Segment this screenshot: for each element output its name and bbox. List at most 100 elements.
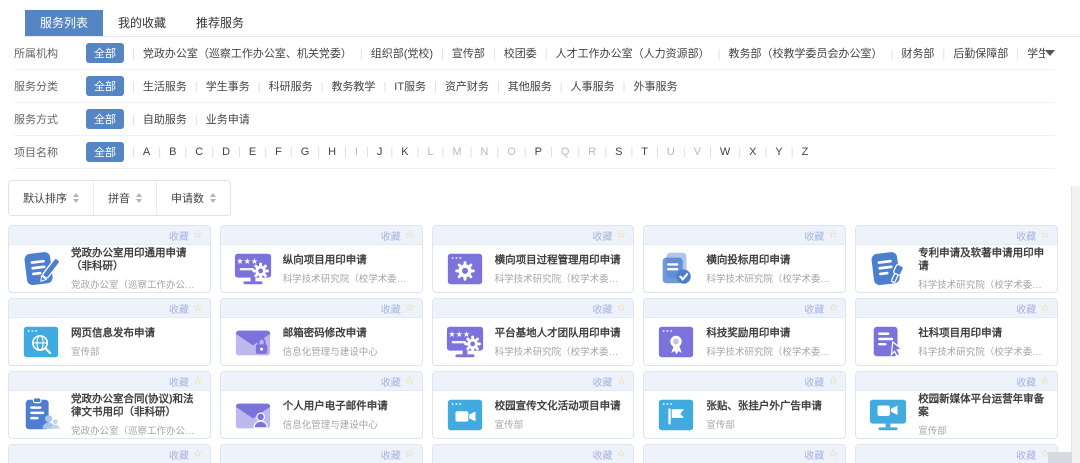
star-icon[interactable]: ☆ <box>828 449 838 460</box>
service-card[interactable]: 收藏 ☆ 社科项目用印申请 科学技术研究院（校学术委员会办公室） <box>855 298 1058 366</box>
letter-filter[interactable]: J <box>358 146 382 158</box>
letter-filter[interactable]: D <box>203 146 230 158</box>
letter-filter[interactable]: F <box>256 146 282 158</box>
floating-widget[interactable] <box>1048 452 1072 463</box>
favorite-button[interactable]: 收藏 <box>804 228 824 243</box>
service-card[interactable]: 收藏 ☆ 科技奖励用印申请 科学技术研究院（校学术委员会办公室） <box>643 298 846 366</box>
favorite-button[interactable]: 收藏 <box>1016 301 1036 316</box>
service-card[interactable]: 收藏 ☆ 横向项目过程管理用印申请 科学技术研究院（校学术委员会办公室） <box>432 225 635 293</box>
filter-all-button[interactable]: 全部 <box>86 142 124 162</box>
service-card[interactable]: 收藏 ☆ 校园新媒体平台运营年审备案 宣传部 <box>855 371 1058 439</box>
star-icon[interactable]: ☆ <box>617 230 627 241</box>
favorite-button[interactable]: 收藏 <box>593 301 613 316</box>
favorite-button[interactable]: 收藏 <box>593 374 613 389</box>
filter-item[interactable]: 校团委 <box>485 48 537 60</box>
star-icon[interactable]: ☆ <box>405 449 415 460</box>
star-icon[interactable]: ☆ <box>617 376 627 387</box>
filter-item[interactable]: 后勤保障部 <box>934 48 1008 60</box>
letter-filter[interactable]: X <box>730 146 756 158</box>
star-icon[interactable]: ☆ <box>828 303 838 314</box>
favorite-button[interactable]: 收藏 <box>169 374 189 389</box>
star-icon[interactable]: ☆ <box>193 230 203 241</box>
favorite-button[interactable]: 收藏 <box>381 228 401 243</box>
filter-item[interactable]: 外事服务 <box>615 81 678 93</box>
filter-item[interactable]: IT服务 <box>375 81 426 93</box>
letter-filter[interactable]: W <box>701 146 730 158</box>
service-card[interactable]: 收藏 ☆ 张贴、张挂户外广告申请 宣传部 <box>643 371 846 439</box>
star-icon[interactable]: ☆ <box>828 230 838 241</box>
star-icon[interactable]: ☆ <box>193 303 203 314</box>
favorite-button[interactable]: 收藏 <box>1016 447 1036 462</box>
service-card[interactable]: 收藏 ☆ 横向投标用印申请 科学技术研究院（校学术委员会办公室） <box>643 225 846 293</box>
service-card[interactable]: 收藏 ☆ 专利变更转让及标准等其他事务用印申请 科学技术研究院（校学术委员会办公… <box>8 444 211 463</box>
filter-item[interactable]: 教务部（校教学委员会办公室） <box>710 48 883 60</box>
service-card[interactable]: 收藏 ☆ 校园互联网群组年审备案 宣传部 <box>220 444 423 463</box>
service-card[interactable]: 收藏 ☆ ★★★ 平台基地人才团队用印申请 科学技术研究院（校学术委员会办公室） <box>432 298 635 366</box>
filter-item[interactable]: 学生事务 <box>187 81 250 93</box>
star-icon[interactable]: ☆ <box>1040 230 1050 241</box>
star-icon[interactable]: ☆ <box>828 376 838 387</box>
filter-item[interactable]: 科研服务 <box>250 81 313 93</box>
filter-all-button[interactable]: 全部 <box>86 43 124 63</box>
letter-filter[interactable]: C <box>176 146 203 158</box>
tab-0[interactable]: 服务列表 <box>25 10 103 36</box>
tab-2[interactable]: 推荐服务 <box>181 10 259 36</box>
favorite-button[interactable]: 收藏 <box>169 228 189 243</box>
filter-item[interactable]: 财务部 <box>882 48 934 60</box>
favorite-button[interactable]: 收藏 <box>381 301 401 316</box>
filter-item[interactable]: 组织部(党校) <box>352 48 433 60</box>
filter-item[interactable]: 生活服务 <box>124 81 187 93</box>
filter-item[interactable]: 宣传部 <box>433 48 485 60</box>
star-icon[interactable]: ☆ <box>193 376 203 387</box>
tab-1[interactable]: 我的收藏 <box>103 10 181 36</box>
service-card[interactable]: 收藏 ☆ 网页信息发布申请 宣传部 <box>8 298 211 366</box>
star-icon[interactable]: ☆ <box>1040 376 1050 387</box>
letter-filter[interactable]: E <box>230 146 256 158</box>
star-icon[interactable]: ☆ <box>1040 303 1050 314</box>
service-card[interactable]: 收藏 ☆ 邮箱密码修改申请 信息化管理与建设中心 <box>220 298 423 366</box>
star-icon[interactable]: ☆ <box>193 449 203 460</box>
sort-button[interactable]: 申请数 <box>156 181 230 215</box>
filter-item[interactable]: 业务申请 <box>187 114 250 126</box>
letter-filter[interactable]: A <box>124 146 150 158</box>
favorite-button[interactable]: 收藏 <box>593 447 613 462</box>
service-card[interactable]: 收藏 ☆ 信息系统开通申请 信息化管理与建设中心 <box>643 444 846 463</box>
letter-filter[interactable]: G <box>282 146 309 158</box>
filter-item[interactable]: 资产财务 <box>426 81 489 93</box>
favorite-button[interactable]: 收藏 <box>804 374 824 389</box>
star-icon[interactable]: ☆ <box>405 376 415 387</box>
filter-item[interactable]: 其他服务 <box>489 81 552 93</box>
letter-filter[interactable]: B <box>150 146 176 158</box>
service-card[interactable]: 收藏 ☆ 党政办公室发文申请 党政办公室（巡察工作办公室、机关党委） <box>855 444 1058 463</box>
expand-filter-caret-icon[interactable] <box>1045 50 1055 56</box>
filter-item[interactable]: 自助服务 <box>124 114 187 126</box>
sort-button[interactable]: 默认排序 <box>9 181 93 215</box>
letter-filter[interactable]: T <box>622 146 648 158</box>
favorite-button[interactable]: 收藏 <box>593 228 613 243</box>
service-card[interactable]: 收藏 ☆ 党政办公室合同(协议)和法律文书用印（非科研） 党政办公室（巡察工作办… <box>8 371 211 439</box>
filter-item[interactable]: 党政办公室（巡察工作办公室、机关党委） <box>124 48 352 60</box>
filter-item[interactable]: 人才工作办公室（人力资源部） <box>537 48 710 60</box>
favorite-button[interactable]: 收藏 <box>804 447 824 462</box>
star-icon[interactable]: ☆ <box>405 230 415 241</box>
scrollbar-track[interactable] <box>1071 186 1080 463</box>
service-card[interactable]: 收藏 ☆ 新媒体账号备案申请 宣传部 <box>432 444 635 463</box>
service-card[interactable]: 收藏 ☆ 党政办公室用印通用申请（非科研） 党政办公室（巡察工作办公室、机关党委… <box>8 225 211 293</box>
star-icon[interactable]: ☆ <box>617 449 627 460</box>
service-card[interactable]: 收藏 ☆ 专利申请及软著申请用印申请 科学技术研究院（校学术委员会办公室） <box>855 225 1058 293</box>
filter-item[interactable]: 教务教学 <box>313 81 376 93</box>
service-card[interactable]: 收藏 ☆ 校园宣传文化活动项目申请 宣传部 <box>432 371 635 439</box>
filter-item[interactable]: 学生工作部（研究生工作部、人民武装部） <box>1008 48 1045 60</box>
favorite-button[interactable]: 收藏 <box>169 447 189 462</box>
filter-all-button[interactable]: 全部 <box>86 109 124 129</box>
sort-button[interactable]: 拼音 <box>93 181 156 215</box>
letter-filter[interactable]: S <box>596 146 622 158</box>
letter-filter[interactable]: P <box>516 146 542 158</box>
favorite-button[interactable]: 收藏 <box>1016 228 1036 243</box>
letter-filter[interactable]: H <box>309 146 336 158</box>
star-icon[interactable]: ☆ <box>617 303 627 314</box>
filter-all-button[interactable]: 全部 <box>86 76 124 96</box>
service-card[interactable]: 收藏 ☆ 个人用户电子邮件申请 信息化管理与建设中心 <box>220 371 423 439</box>
letter-filter[interactable]: Y <box>757 146 783 158</box>
star-icon[interactable]: ☆ <box>405 303 415 314</box>
